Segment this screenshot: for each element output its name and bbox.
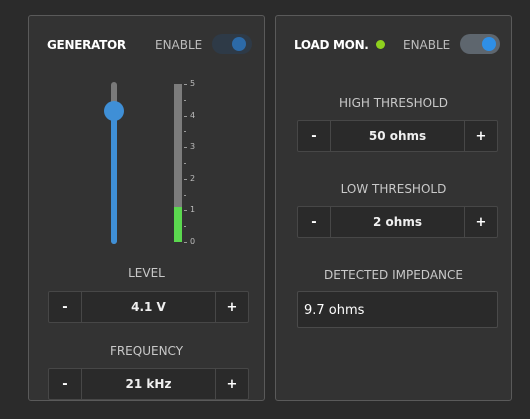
level-value: 4.1 V — [131, 300, 166, 314]
meter-tick — [184, 242, 187, 243]
frequency-label: FREQUENCY — [109, 344, 184, 358]
low-threshold-value: 2 ohms — [373, 215, 422, 229]
level-meter-fill — [174, 207, 182, 242]
meter-tick-label: 5 — [190, 79, 196, 88]
frequency-stepper: - 21 kHz + — [48, 368, 249, 400]
high-threshold-label: HIGH THRESHOLD — [339, 96, 448, 110]
detected-impedance-readout: 9.7 ohms — [297, 291, 498, 328]
high-threshold-value: 50 ohms — [368, 129, 427, 143]
generator-title: GENERATOR — [47, 38, 126, 52]
generator-panel: GENERATOR ENABLE 543210 LEVEL - 4.1 V + … — [28, 15, 265, 401]
meter-tick-label: 3 — [190, 142, 196, 151]
low-threshold-increment-button[interactable]: + — [464, 207, 497, 237]
meter-minor-tick — [184, 226, 186, 227]
status-led-icon — [376, 40, 385, 49]
level-label: LEVEL — [128, 266, 165, 280]
toggle-knob — [232, 37, 246, 51]
generator-enable-label: ENABLE — [155, 38, 203, 52]
meter-tick — [184, 147, 187, 148]
meter-tick — [184, 179, 187, 180]
meter-minor-tick — [184, 163, 186, 164]
meter-minor-tick — [184, 131, 186, 132]
low-threshold-label: LOW THRESHOLD — [340, 182, 447, 196]
frequency-decrement-button[interactable]: - — [49, 369, 82, 399]
detected-impedance-label: DETECTED IMPEDANCE — [324, 268, 463, 282]
frequency-value: 21 kHz — [125, 377, 172, 391]
level-meter-scale: 5 4 3 2 1 0 — [184, 79, 214, 246]
low-threshold-decrement-button[interactable]: - — [298, 207, 331, 237]
level-slider-fill — [111, 111, 117, 244]
high-threshold-increment-button[interactable]: + — [464, 121, 497, 151]
meter-minor-tick — [184, 195, 186, 196]
meter-tick-label: 4 — [190, 111, 196, 120]
toggle-knob — [482, 37, 496, 51]
level-decrement-button[interactable]: - — [49, 292, 82, 322]
generator-enable-toggle[interactable] — [212, 34, 252, 54]
meter-tick — [184, 84, 187, 85]
meter-minor-tick — [184, 100, 186, 101]
load-monitor-enable-toggle[interactable] — [460, 34, 500, 54]
load-monitor-enable-label: ENABLE — [403, 38, 451, 52]
load-monitor-panel: LOAD MON. ENABLE HIGH THRESHOLD - 50 ohm… — [275, 15, 512, 401]
level-stepper: - 4.1 V + — [48, 291, 249, 323]
low-threshold-stepper: - 2 ohms + — [297, 206, 498, 238]
high-threshold-stepper: - 50 ohms + — [297, 120, 498, 152]
level-slider[interactable] — [104, 82, 124, 244]
meter-tick-label: 1 — [190, 205, 196, 214]
frequency-increment-button[interactable]: + — [215, 369, 248, 399]
meter-tick — [184, 210, 187, 211]
level-increment-button[interactable]: + — [215, 292, 248, 322]
meter-tick-label: 2 — [190, 174, 196, 183]
meter-tick — [184, 116, 187, 117]
load-monitor-title: LOAD MON. — [294, 38, 369, 52]
high-threshold-decrement-button[interactable]: - — [298, 121, 331, 151]
level-slider-thumb[interactable] — [104, 101, 124, 121]
level-meter — [174, 84, 182, 242]
meter-tick-label: 0 — [190, 237, 196, 246]
